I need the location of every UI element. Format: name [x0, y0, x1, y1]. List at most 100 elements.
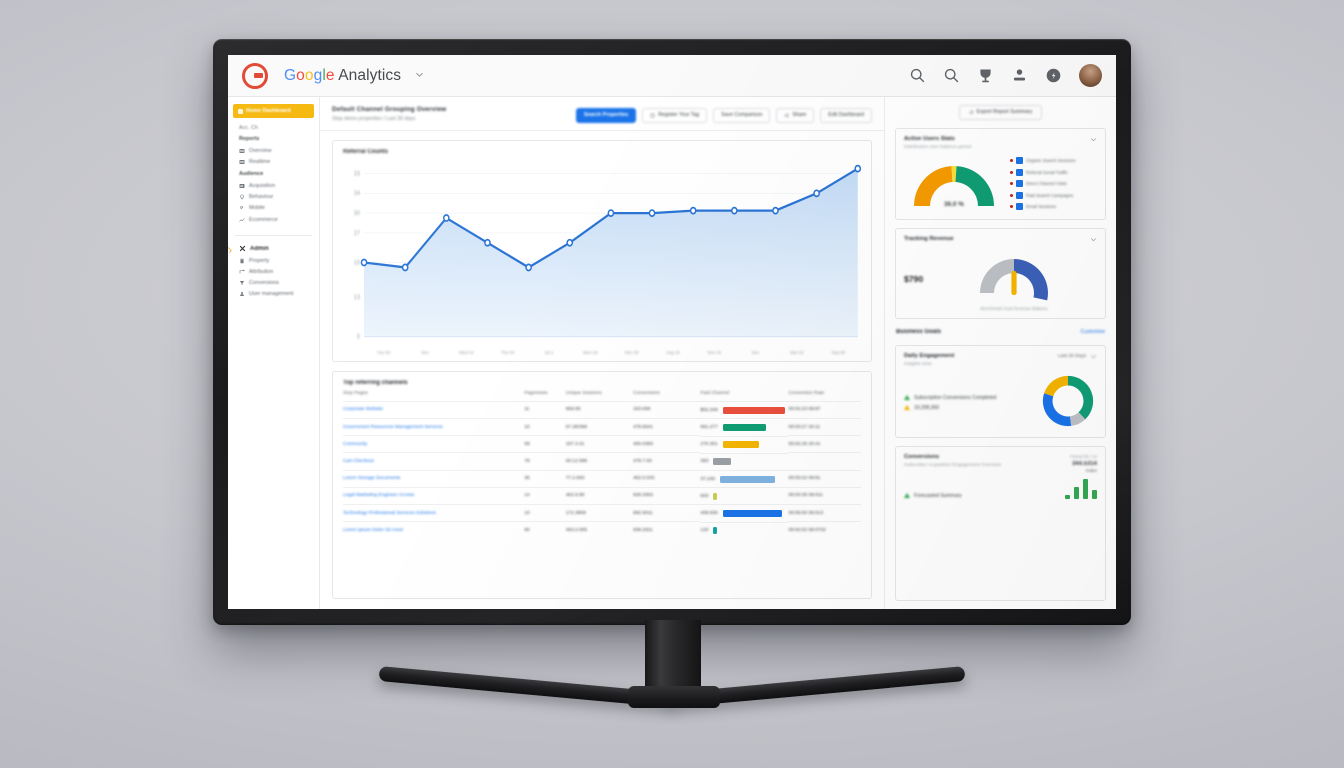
sidebar-item-acquisition[interactable]: Acquisition — [228, 180, 319, 191]
table-column-header[interactable]: Unique Sessions — [566, 391, 633, 402]
daily-engagement-widget: Daily Engagement Insights view Last 30 D… — [895, 344, 1106, 438]
app-topbar: Google Analytics — [228, 55, 1116, 97]
sidebar-item-conversions[interactable]: Conversions — [228, 278, 319, 289]
edit-dashboard-button[interactable]: Edit Dashboard — [820, 108, 872, 123]
sidebar-item-ecommerce[interactable]: Ecommerce — [228, 214, 319, 225]
donut-segment — [1042, 393, 1072, 426]
table-column-header[interactable]: Conversion Rate — [788, 391, 861, 402]
date-range-dropdown[interactable]: Last 30 Days — [1058, 353, 1097, 360]
table-body: Corporate Website 11 658.69 153.656 $52,349 0… — [343, 400, 861, 539]
table-row[interactable]: Corporate Website 11 658.69 153.656 $52,349 0… — [343, 400, 861, 419]
widget-header: Daily Engagement Insights view Last 30 D… — [904, 353, 1097, 367]
sidebar-item-label: Property — [249, 257, 270, 264]
register-tag-button[interactable]: Register Your Tag — [642, 108, 708, 123]
table-column-header[interactable]: Paid Channel — [700, 391, 788, 402]
table-cell-source: Corporate Website — [343, 400, 525, 419]
bar-value: 270.301 — [700, 442, 718, 448]
table-column-header[interactable]: Conversions — [633, 391, 700, 402]
export-report-summary-button[interactable]: Export Report Summary — [958, 105, 1043, 120]
widget-header: Tracking Revenue — [904, 236, 1097, 245]
sidebar-item-home[interactable]: Home Dashboard — [233, 104, 314, 118]
sidebar-active-label: Home Dashboard — [246, 108, 291, 114]
spark-bar — [1092, 490, 1097, 499]
trophy-icon[interactable] — [977, 67, 994, 84]
sidebar-group-header-admin[interactable]: Admin — [228, 245, 319, 253]
user-avatar[interactable] — [1079, 64, 1102, 87]
analytics-app: Google Analytics Home Dashboard Acc. Ch … — [228, 55, 1116, 609]
brand-letter-g: G — [284, 66, 297, 84]
table-cell-conversions: 153.656 — [633, 400, 701, 419]
tag-icon — [650, 113, 655, 118]
table-cell-rate: 00:02:23 09:87 — [788, 400, 861, 419]
sidebar-item-realtime[interactable]: Realtime — [228, 156, 319, 167]
sidebar-item-label: Overview — [249, 147, 272, 154]
chevron-down-icon[interactable] — [1090, 236, 1097, 245]
table-cell-pageviews: 80 — [524, 521, 566, 539]
chart-x-tick: Dec — [751, 349, 760, 355]
table-row[interactable]: Community 09 187.3.31 400.0383 270.301 00:02:… — [343, 435, 861, 453]
donut-segment — [1068, 375, 1094, 420]
table-row[interactable]: Cart Checkout 79 00:12.588 478.7.00 383 — [343, 452, 861, 471]
chevron-down-icon[interactable] — [1090, 136, 1097, 145]
table-cell-sessions: 658.69 — [565, 400, 634, 419]
table-row[interactable]: Government Resources Management Services… — [343, 417, 861, 436]
chart-plot-area: 33 34 30 27 15 13 0 — [343, 158, 861, 348]
bar-value: 503 — [700, 493, 709, 499]
table-cell-pageviews: 79 — [524, 452, 566, 471]
chart-title: Referral Counts — [343, 148, 389, 155]
table-cell-rate: 00:03:27 20:11 — [788, 417, 861, 436]
building-icon — [239, 258, 245, 264]
chart-x-tick: Tue 03 — [377, 349, 391, 355]
sidebar-item-behaviour[interactable]: Behaviour — [228, 192, 319, 203]
bulb-icon — [239, 194, 245, 200]
table-row[interactable]: Legal Marketing Engineer Access 14 462.6.9… — [343, 486, 861, 505]
table-column-header[interactable]: Pageviews — [524, 391, 565, 402]
chart-x-tick: Mon 18 — [583, 349, 598, 355]
customise-link[interactable]: Customise — [1080, 329, 1105, 335]
table-cell-paid-channel: 408.830 — [700, 504, 789, 521]
legend-label: Organic Search Sessions — [1026, 158, 1076, 164]
legend-swatch — [1016, 191, 1023, 199]
sidebar-item-label: Acquisition — [249, 182, 276, 189]
help-icon[interactable] — [1045, 67, 1062, 84]
account-icon[interactable] — [1011, 67, 1028, 84]
chevron-down-icon[interactable] — [415, 70, 424, 82]
search-icon[interactable] — [909, 67, 926, 84]
chart-x-tick: Nov 10 — [707, 349, 722, 355]
donut-segment — [1044, 375, 1068, 397]
save-comparison-button[interactable]: Save Comparison — [713, 108, 771, 123]
svg-text:27: 27 — [354, 229, 361, 237]
table-row[interactable]: Lorem Ipsum Dolor Sit Amet 80 463.2.005 638… — [343, 521, 861, 539]
search-properties-button[interactable]: Search Properties — [575, 108, 637, 123]
legend-row: Direct Channel Visits — [1010, 180, 1076, 188]
conv-item: Forecasted Summary — [904, 493, 1059, 499]
bar-indicator — [713, 492, 718, 500]
table-row[interactable]: Lorem Storage Documents 35 77.2.693 452.0.0… — [343, 469, 861, 488]
widget-title: Tracking Revenue — [904, 235, 954, 242]
sidebar-item-user-management[interactable]: User management — [228, 289, 319, 300]
table-cell-pageviews: 14 — [524, 486, 566, 505]
share-button[interactable]: Share — [776, 108, 815, 123]
table-cell-conversions: 682.9011 — [633, 503, 701, 522]
table-row[interactable]: Technology Professional Services Solutio… — [343, 503, 861, 522]
up-triangle-green-icon — [904, 493, 910, 499]
table-cell-conversions: 628.2602 — [633, 486, 701, 505]
button-label: Export Report Summary — [976, 109, 1033, 116]
table-column-header[interactable]: Stop Pages — [343, 391, 524, 402]
legend-row: Organic Search Sessions — [1010, 157, 1076, 165]
table-cell-paid-channel: 37,240 — [700, 470, 789, 487]
table-cell-paid-channel: 503 — [700, 487, 789, 504]
table-cell-source: Community — [343, 435, 525, 453]
legend-swatch — [1016, 180, 1023, 188]
sidebar-item-overview[interactable]: Overview — [228, 145, 319, 156]
up-triangle-green-icon — [904, 395, 910, 401]
table-cell-rate: 00:03:35 09:011 — [788, 486, 861, 505]
sidebar-item-attribution[interactable]: Attribution — [228, 266, 319, 277]
audience-semi-donut-chart: 36.0 % — [904, 156, 1004, 212]
button-label: Save Comparison — [721, 112, 763, 119]
sidebar-item-mobile[interactable]: Mobile — [228, 203, 319, 214]
gauge-segment — [980, 258, 1015, 293]
sidebar-item-property[interactable]: Property — [228, 255, 319, 266]
search-secondary-icon[interactable] — [943, 67, 960, 84]
revenue-gauge-chart: Benchmark Goal Revenue Balance — [931, 247, 1097, 311]
